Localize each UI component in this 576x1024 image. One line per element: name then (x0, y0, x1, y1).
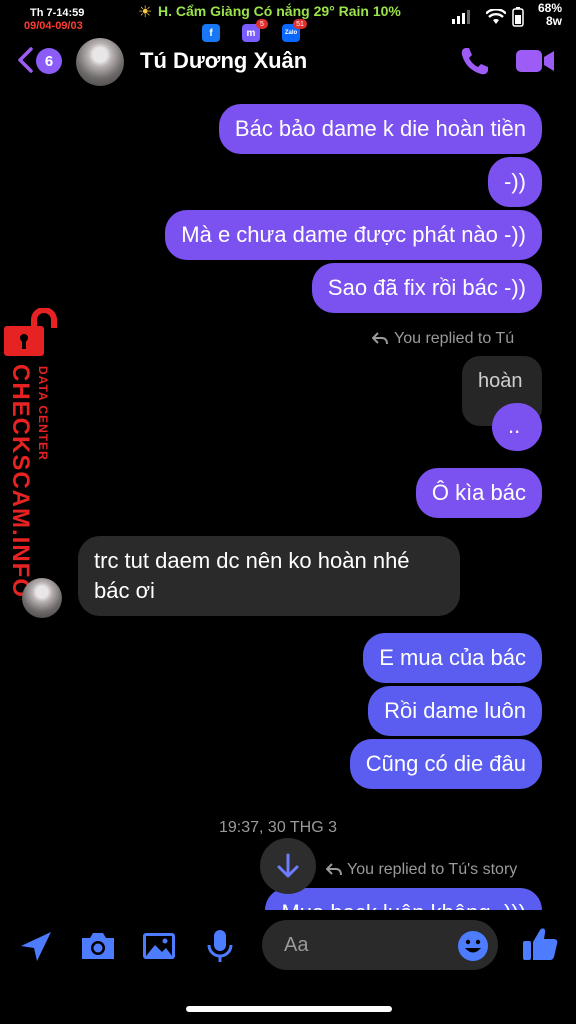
message-bubble-outgoing[interactable]: -)) (488, 157, 542, 207)
lock-icon (4, 308, 57, 356)
status-time: Th 7-14:59 (30, 7, 85, 19)
weather-text: H. Cẩm Giàng Có nắng 29° Rain 10% (158, 3, 401, 19)
phone-call-icon[interactable] (458, 44, 492, 78)
reply-arrow-icon (372, 332, 388, 345)
message-bubble-outgoing[interactable]: E mua của bác (363, 633, 542, 683)
replied-story-label: You replied to Tú's story (347, 861, 518, 878)
message-bubble-outgoing[interactable]: Rồi dame luôn (368, 686, 542, 736)
wifi-icon (486, 9, 506, 24)
battery-sub: 8w (545, 14, 562, 28)
signal-icon (452, 10, 470, 24)
message-input-placeholder: Aa (284, 934, 309, 956)
zalo-badge: 51 (293, 19, 307, 29)
sun-icon: ☀ (138, 4, 153, 21)
watermark-brand: CHECKSCAM.INFO (7, 364, 34, 598)
replied-label: You replied to Tú (394, 330, 515, 347)
battery-readout: 68% 8w (528, 2, 562, 28)
gallery-icon[interactable] (139, 926, 179, 966)
sender-avatar[interactable] (22, 578, 62, 618)
message-bubble-outgoing[interactable]: Bác bảo dame k die hoàn tiền (218, 104, 542, 154)
message-bubble-outgoing[interactable]: .. (492, 403, 542, 451)
thumbs-up-icon[interactable] (520, 924, 560, 964)
status-date-range: 09/04-09/03 (24, 20, 83, 32)
home-indicator (186, 1006, 392, 1012)
message-bubble-outgoing[interactable]: Sao đã fix rồi bác -)) (311, 263, 542, 313)
message-bubble-outgoing[interactable]: Cũng có die đâu (349, 739, 542, 789)
messenger-badge: 5 (256, 19, 268, 29)
contact-avatar[interactable] (76, 38, 124, 86)
notification-app-icons: f m 5 Zalo 51 (200, 19, 310, 44)
unread-count-badge[interactable]: 6 (36, 48, 62, 74)
chat-timestamp: 19:37, 30 THG 3 (219, 819, 337, 836)
watermark-subtitle: DATA CENTER (36, 366, 50, 461)
send-location-icon[interactable] (16, 926, 56, 966)
contact-name[interactable]: Tú Dương Xuân (140, 48, 307, 74)
scroll-to-bottom-button[interactable] (260, 838, 316, 894)
microphone-icon[interactable] (200, 926, 240, 966)
battery-icon (512, 7, 524, 27)
message-bubble-outgoing[interactable]: Ô kìa bác (415, 468, 542, 518)
video-call-icon[interactable] (514, 46, 556, 76)
emoji-icon[interactable] (456, 929, 490, 963)
reply-arrow-icon (326, 863, 342, 876)
facebook-icon: f (202, 24, 220, 42)
message-bubble-outgoing[interactable]: Mà e chưa dame được phát nào -)) (165, 210, 542, 260)
back-chevron-icon[interactable] (14, 46, 36, 74)
camera-icon[interactable] (78, 926, 118, 966)
message-bubble-incoming[interactable]: trc tut daem dc nên ko hoàn nhé bác ơi (78, 536, 460, 616)
arrow-down-icon (277, 853, 299, 878)
